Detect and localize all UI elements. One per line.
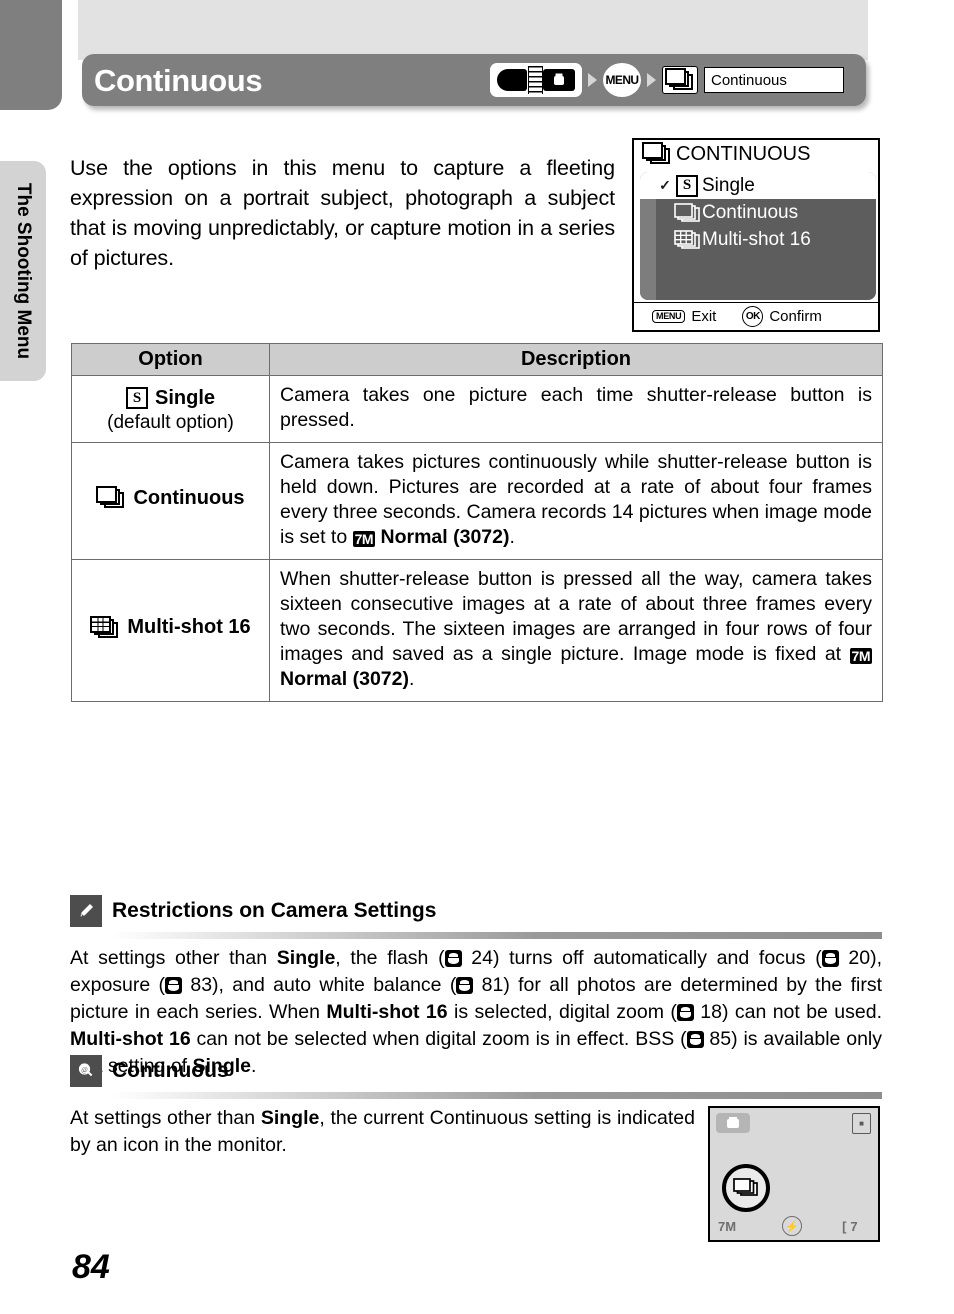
- page-title: Continuous: [94, 62, 263, 98]
- options-table: Option Description S Single (default opt…: [71, 343, 883, 702]
- reference-mark-icon: [456, 977, 474, 994]
- continuous-indicator-icon: [722, 1164, 770, 1212]
- monitor-image-mode: 7M: [718, 1218, 737, 1234]
- lcd-menu-item-label: Single: [702, 174, 755, 196]
- note-header: @ Continuous: [70, 1054, 882, 1088]
- menu-key-icon: MENU: [652, 310, 686, 323]
- note-body-continuous: At settings other than Single, the curre…: [70, 1107, 695, 1156]
- option-label: Single: [154, 386, 215, 409]
- reference-mark-icon: [165, 977, 183, 994]
- monitor-frames-remaining: [7: [842, 1219, 862, 1234]
- header-background: [78, 0, 868, 60]
- reference-mark-icon: [444, 950, 462, 967]
- table-row: Multi-shot 16 When shutter-release butto…: [71, 559, 883, 702]
- svg-text:@: @: [81, 1066, 88, 1074]
- single-s-icon: S: [125, 387, 148, 409]
- page-header-bar: Continuous MENU Continuous: [82, 54, 866, 106]
- column-header-description: Description: [269, 343, 883, 376]
- breadcrumb-arrow-icon: [588, 73, 597, 87]
- breadcrumb-arrow-icon: [647, 73, 656, 87]
- single-s-icon: S: [672, 174, 702, 197]
- description-cell-continuous: Camera takes pictures continuously while…: [269, 442, 883, 560]
- intro-paragraph: Use the options in this menu to capture …: [70, 155, 615, 270]
- table-header-row: Option Description: [71, 343, 883, 376]
- lcd-menu-title: CONTINUOUS: [676, 142, 811, 165]
- ok-key-icon: OK: [742, 306, 764, 327]
- option-cell-continuous: Continuous: [71, 442, 270, 560]
- note-restrictions: Restrictions on Camera Settings At setti…: [70, 894, 882, 1080]
- desc-bold: Normal (3072): [280, 668, 409, 690]
- emphasis-text: Multi-shot 16: [326, 1001, 448, 1023]
- breadcrumb: MENU Continuous: [490, 63, 844, 97]
- continuous-stack-icon: [662, 66, 698, 94]
- continuous-stack-svg: [674, 202, 700, 222]
- multishot-grid-svg: [674, 229, 700, 249]
- emphasis-text: Single: [276, 947, 336, 969]
- option-name-wrap: S Single: [125, 386, 215, 410]
- menu-button-icon: MENU: [603, 63, 641, 97]
- option-cell-single: S Single (default option): [71, 375, 270, 443]
- image-mode-7m-icon: 7M: [849, 648, 872, 664]
- frames-count: 7: [850, 1218, 862, 1234]
- note-title: Continuous: [112, 1059, 229, 1082]
- table-row: S Single (default option) Camera takes o…: [71, 375, 883, 443]
- option-sublabel: (default option): [107, 411, 234, 433]
- page-corner-block: [0, 0, 62, 110]
- note-divider: [112, 1092, 882, 1099]
- image-mode-7m-icon: 7M: [352, 531, 376, 547]
- chapter-side-tab-label: The Shooting Menu: [13, 182, 34, 360]
- camera-mode-dial-icon: [490, 63, 582, 97]
- option-name-wrap: Continuous: [96, 486, 245, 510]
- note-header: Restrictions on Camera Settings: [70, 894, 882, 928]
- battery-icon: ■: [852, 1113, 871, 1134]
- description-cell-single: Camera takes one picture each time shutt…: [269, 375, 883, 443]
- option-label: Continuous: [133, 486, 245, 509]
- note-divider: [112, 932, 882, 939]
- reference-mark-icon: [676, 1004, 694, 1021]
- desc-tail: .: [509, 526, 515, 548]
- reference-mark-icon: [686, 1031, 704, 1048]
- lightbulb-tip-icon: @: [70, 1055, 102, 1087]
- lcd-exit-label: Exit: [691, 308, 717, 325]
- note-title: Restrictions on Camera Settings: [112, 899, 437, 922]
- monitor-status-bar: 7M ⚡ [7: [710, 1216, 878, 1236]
- reference-mark-icon: [821, 950, 839, 967]
- checkmark-icon: ✓: [659, 177, 671, 193]
- camera-monitor-illustration: ■ 7M ⚡ [7: [708, 1106, 880, 1242]
- lcd-menu-body: ✓ S Single Continuous Multi-shot 16: [640, 172, 876, 300]
- lcd-menu-item-multishot16[interactable]: Multi-shot 16: [640, 226, 876, 253]
- continuous-stack-icon: [672, 202, 702, 223]
- option-label: Multi-shot 16: [127, 616, 251, 638]
- column-header-option: Option: [71, 343, 270, 376]
- continuous-stack-icon: [96, 486, 126, 510]
- pencil-note-icon: [70, 895, 102, 927]
- desc-text: When shutter-release button is pressed a…: [280, 568, 872, 665]
- multishot-grid-icon: [90, 615, 120, 640]
- breadcrumb-field: Continuous: [704, 67, 844, 93]
- page-number: 84: [72, 1248, 110, 1286]
- continuous-stack-icon: [642, 142, 672, 166]
- camera-menu-illustration: CONTINUOUS ✓ S Single Continuous Multi-s…: [632, 138, 880, 332]
- lcd-menu-item-continuous[interactable]: Continuous: [640, 199, 876, 226]
- chapter-side-tab: The Shooting Menu: [0, 161, 46, 381]
- flash-off-icon: ⚡: [782, 1216, 803, 1236]
- emphasis-text: Single: [260, 1107, 320, 1129]
- desc-bold: Normal (3072): [380, 526, 510, 548]
- emphasis-text: Multi-shot 16: [70, 1028, 191, 1050]
- lcd-menu-item-label: Multi-shot 16: [702, 228, 811, 250]
- description-cell-multishot16: When shutter-release button is pressed a…: [269, 559, 883, 702]
- option-cell-multishot16: Multi-shot 16: [71, 559, 270, 702]
- desc-tail: .: [408, 668, 415, 690]
- table-row: Continuous Camera takes pictures continu…: [71, 442, 883, 560]
- lcd-menu-footer: MENU Exit OK Confirm: [634, 302, 878, 330]
- lcd-confirm-label: Confirm: [769, 308, 822, 325]
- lcd-menu-title-row: CONTINUOUS: [634, 140, 878, 168]
- camera-mode-icon: [716, 1113, 750, 1133]
- lcd-menu-item-label: Continuous: [702, 201, 799, 223]
- multishot-grid-icon: [672, 229, 702, 250]
- option-name-wrap: Multi-shot 16: [90, 615, 251, 640]
- lcd-menu-item-single[interactable]: ✓ S Single: [640, 172, 876, 199]
